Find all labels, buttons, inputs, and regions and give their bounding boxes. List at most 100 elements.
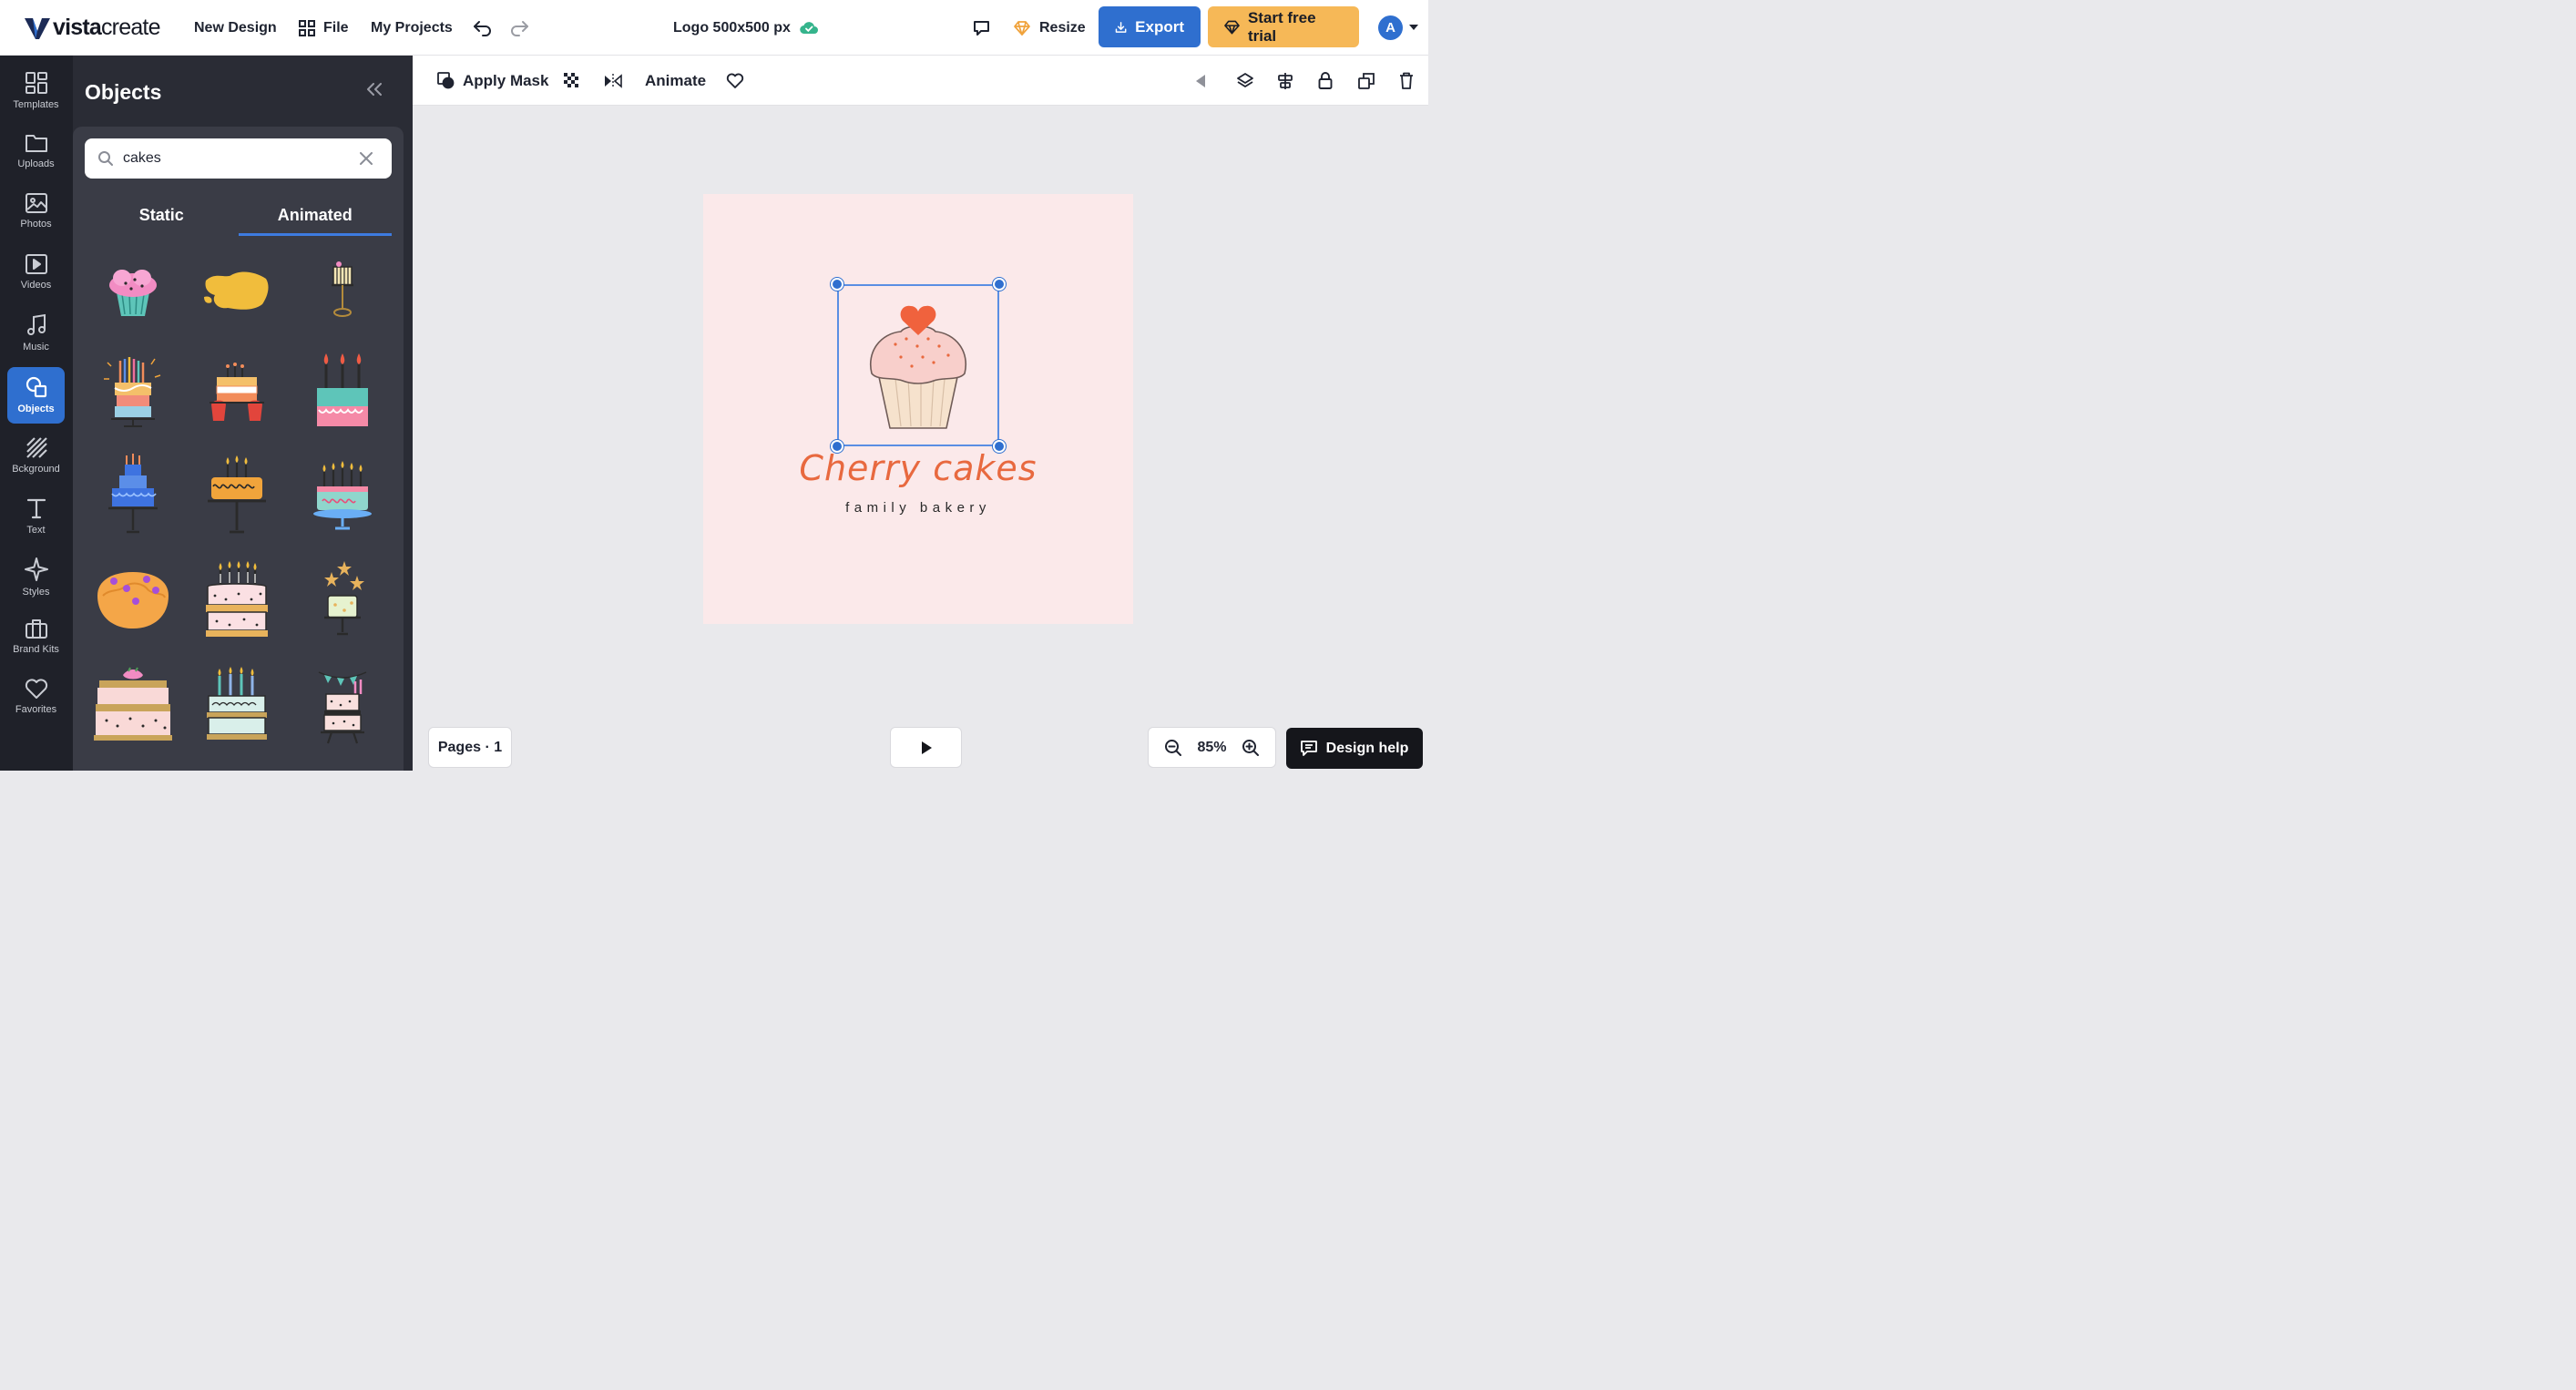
delete-button[interactable] [1399,56,1414,106]
cupcake-heart-graphic [869,305,967,429]
rail-item-uploads[interactable]: Uploads [7,124,65,180]
object-thumbnail[interactable] [87,659,179,751]
bun-cake-graphic [97,572,169,629]
apply-mask-button[interactable]: Apply Mask [437,56,548,106]
rail-item-brand-kits[interactable]: Brand Kits [7,609,65,666]
trash-icon [1400,72,1413,89]
rail-label-styles: Styles [22,587,50,598]
document-title[interactable]: Logo 500x500 px [673,0,818,56]
animate-button[interactable]: Animate [645,56,706,106]
vistacreate-logo[interactable]: vistacreate [24,0,160,56]
zoom-level[interactable]: 85% [1197,740,1226,756]
selection-box[interactable] [831,278,1006,453]
blue-tiered-cake-graphic [108,454,158,534]
comments-button[interactable] [973,0,990,56]
rail-label-videos: Videos [20,280,52,291]
play-button[interactable] [890,727,962,768]
design-help-label: Design help [1325,740,1409,756]
rail-item-favorites[interactable]: Favorites [7,669,65,726]
flip-icon [605,73,622,88]
transparency-button[interactable] [564,56,580,106]
zoom-out-icon[interactable] [1164,739,1182,757]
align-button[interactable] [1277,56,1293,106]
rail-label-uploads: Uploads [17,158,55,169]
comment-icon [974,20,989,36]
start-free-trial-button[interactable]: Start free trial [1208,6,1359,47]
templates-icon [25,72,47,94]
rail-item-text[interactable]: Text [7,488,65,545]
object-thumbnail[interactable] [87,245,179,336]
object-thumbnail[interactable] [297,345,388,436]
rail-item-photos[interactable]: Photos [7,184,65,240]
export-button[interactable]: Export [1099,6,1201,47]
diamond-icon [1224,20,1240,34]
rail-item-videos[interactable]: Videos [7,245,65,302]
object-thumbnail[interactable] [87,450,179,541]
pages-button[interactable]: Pages · 1 [428,727,512,768]
tab-static[interactable]: Static [85,198,239,236]
object-thumbnail[interactable] [297,450,388,541]
object-thumbnail[interactable] [191,659,282,751]
layers-icon [1237,72,1253,87]
new-design-label: New Design [194,19,277,36]
top-bar: vistacreate New Design File My Projects … [0,0,1428,56]
undo-icon [474,20,491,36]
layers-button[interactable] [1236,56,1254,106]
duplicate-button[interactable] [1358,56,1375,106]
close-icon[interactable] [360,152,373,165]
rail-item-background[interactable]: Bckground [7,427,65,484]
rail-item-templates[interactable]: Templates [7,63,65,119]
rail-item-styles[interactable]: Styles [7,548,65,605]
cake-on-hands-graphic [210,363,264,421]
new-design-menu[interactable]: New Design [194,0,277,56]
rail-item-objects[interactable]: Objects [7,367,65,424]
avatar[interactable]: A [1378,15,1403,40]
video-icon [25,254,47,274]
lock-button[interactable] [1318,56,1333,106]
object-thumbnail[interactable] [191,345,282,436]
my-projects-menu[interactable]: My Projects [371,0,453,56]
flip-button[interactable] [604,56,622,106]
tagline-text[interactable]: family bakery [703,500,1133,516]
file-menu[interactable]: File [299,0,349,56]
zoom-in-icon[interactable] [1242,739,1260,757]
undo-button[interactable] [473,0,493,56]
artboard[interactable]: Cherry cakes family bakery [703,194,1133,624]
object-thumbnail[interactable] [191,450,282,541]
object-thumbnail[interactable] [191,245,282,336]
stars-mini-cake-graphic [324,561,364,636]
object-thumbnail[interactable] [297,659,388,751]
search-input[interactable] [123,150,351,167]
move-backward-button[interactable] [1194,56,1207,106]
favorite-button[interactable] [726,56,744,106]
resize-handle-top-right[interactable] [993,278,1006,291]
object-thumbnail[interactable] [87,760,179,771]
design-help-button[interactable]: Design help [1286,728,1423,769]
object-results-grid [73,245,404,771]
strawberry-layer-cake-graphic [94,667,172,741]
object-thumbnail[interactable] [297,245,388,336]
object-thumbnail[interactable] [87,555,179,646]
tab-animated[interactable]: Animated [238,198,392,236]
resize-handle-top-left[interactable] [831,278,843,291]
rail-label-background: Bckground [12,464,60,475]
object-thumbnail[interactable] [297,760,388,771]
heart-icon [25,679,47,699]
redo-button[interactable] [509,0,529,56]
apply-mask-label: Apply Mask [463,71,549,89]
collapse-panel-button[interactable] [366,83,383,96]
shapes-icon [26,376,46,398]
object-thumbnail[interactable] [191,555,282,646]
object-thumbnail[interactable] [297,555,388,646]
rail-item-music[interactable]: Music [7,305,65,362]
brand-name-text[interactable]: Cherry cakes [703,448,1133,488]
object-thumbnail[interactable] [191,760,282,771]
resize-button[interactable]: Resize [1014,0,1086,56]
left-rail: Templates Uploads Photos Videos Music Ob… [0,56,73,771]
pages-label: Pages · 1 [437,739,503,755]
heart-icon [726,73,744,88]
rail-label-music: Music [23,342,49,353]
search-box [85,138,392,179]
object-thumbnail[interactable] [87,345,179,436]
account-menu-toggle[interactable] [1408,24,1419,31]
